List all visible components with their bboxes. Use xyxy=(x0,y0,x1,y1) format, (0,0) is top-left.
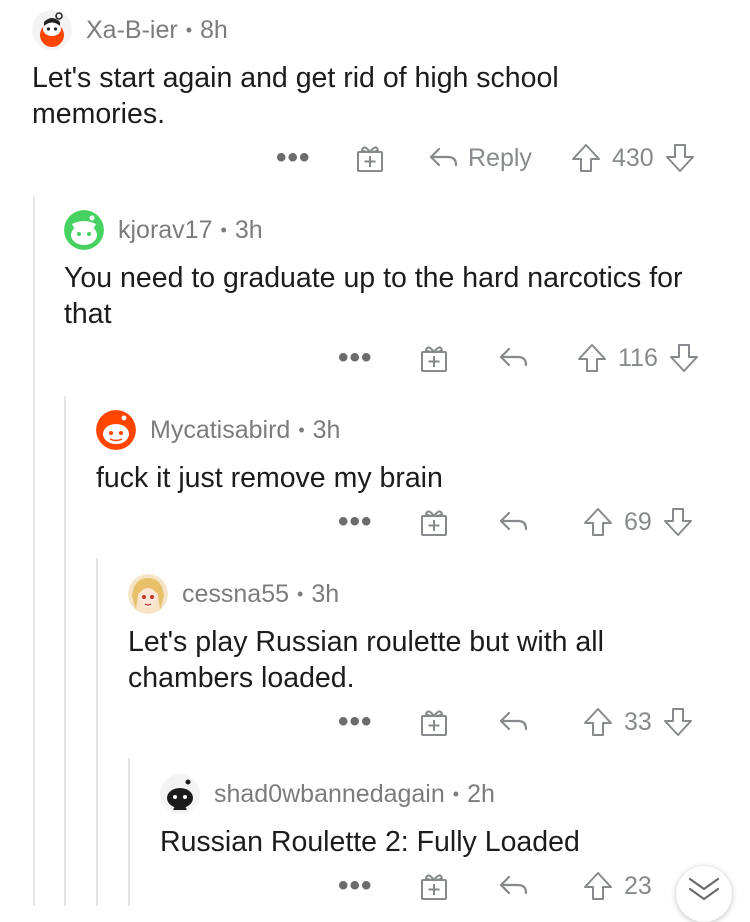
gift-icon xyxy=(421,510,447,536)
comment-actions: ••• 69 xyxy=(0,502,750,542)
award-button[interactable] xyxy=(418,866,450,906)
downvote-icon[interactable] xyxy=(662,706,694,738)
comment-body: fuck it just remove my brain xyxy=(96,462,443,494)
more-options-button[interactable]: ••• xyxy=(276,138,311,178)
comment-age: 2h xyxy=(467,779,495,808)
comment-actions: ••• Reply 430 xyxy=(0,138,750,178)
avatar[interactable] xyxy=(32,10,72,50)
comment-body: Let's play Russian roulette but with all… xyxy=(128,626,604,694)
author-name[interactable]: cessna55 xyxy=(182,580,289,609)
vote-count: 69 xyxy=(624,507,652,536)
thread-line-level-1[interactable] xyxy=(33,196,35,906)
gift-icon xyxy=(421,874,447,900)
downvote-icon[interactable] xyxy=(664,142,696,174)
collapse-thread-button[interactable] xyxy=(676,866,732,922)
comment-age: 3h xyxy=(311,579,340,608)
avatar[interactable] xyxy=(64,210,104,250)
vote-controls: 430 xyxy=(570,138,696,178)
upvote-icon[interactable] xyxy=(570,142,602,174)
reply-arrow-icon xyxy=(429,147,458,167)
author-name[interactable]: shad0wbannedagain xyxy=(214,780,445,809)
comment-age: 3h xyxy=(234,215,263,244)
downvote-icon[interactable] xyxy=(668,342,700,374)
avatar[interactable] xyxy=(96,410,136,450)
vote-controls: 23 xyxy=(582,866,662,906)
more-options-button[interactable]: ••• xyxy=(338,702,373,742)
award-button[interactable] xyxy=(418,702,450,742)
author-name[interactable]: Xa-B-ier xyxy=(86,16,178,45)
comment-actions: ••• 23 xyxy=(0,866,750,906)
comment-actions: ••• 116 xyxy=(0,338,750,378)
comment-age: 3h xyxy=(312,415,341,444)
upvote-icon[interactable] xyxy=(582,870,614,902)
comment-body: You need to graduate up to the hard narc… xyxy=(64,262,683,330)
upvote-icon[interactable] xyxy=(582,706,614,738)
vote-count: 430 xyxy=(612,143,654,172)
award-button[interactable] xyxy=(418,502,450,542)
meta-separator: • xyxy=(297,583,304,604)
upvote-icon[interactable] xyxy=(582,506,614,538)
reply-arrow-icon xyxy=(499,347,528,367)
avatar[interactable] xyxy=(128,574,168,614)
more-options-button[interactable]: ••• xyxy=(338,502,373,542)
comment-actions: ••• 33 xyxy=(0,702,750,742)
gift-icon xyxy=(421,346,447,372)
reply-button[interactable] xyxy=(498,866,530,906)
meta-separator: • xyxy=(185,19,192,40)
meta-separator: • xyxy=(298,419,305,440)
author-name[interactable]: Mycatisabird xyxy=(150,416,290,445)
reply-arrow-icon xyxy=(499,875,528,895)
award-button[interactable] xyxy=(418,338,450,378)
comment-body: Let's start again and get rid of high sc… xyxy=(32,62,559,130)
meta-separator: • xyxy=(452,783,460,804)
reply-button[interactable] xyxy=(498,502,530,542)
downvote-icon[interactable] xyxy=(662,506,694,538)
vote-controls: 69 xyxy=(582,502,694,542)
comment-age: 8h xyxy=(200,15,228,44)
reply-arrow-icon xyxy=(499,711,528,731)
vote-controls: 116 xyxy=(576,338,700,378)
comment-body: Russian Roulette 2: Fully Loaded xyxy=(160,826,580,858)
more-options-button[interactable]: ••• xyxy=(338,338,373,378)
award-button[interactable] xyxy=(354,138,386,178)
chevron-down-icon xyxy=(688,877,720,901)
thread-line-level-2[interactable] xyxy=(64,396,66,906)
vote-count: 23 xyxy=(624,871,652,900)
upvote-icon[interactable] xyxy=(576,342,608,374)
meta-separator: • xyxy=(220,219,227,240)
reply-button[interactable] xyxy=(498,338,530,378)
author-name[interactable]: kjorav17 xyxy=(118,216,213,245)
reply-arrow-icon xyxy=(499,511,528,531)
gift-icon xyxy=(421,710,447,736)
reply-button[interactable]: Reply xyxy=(428,138,532,178)
vote-controls: 33 xyxy=(582,702,694,742)
reply-button[interactable] xyxy=(498,702,530,742)
reply-label: Reply xyxy=(468,143,532,172)
gift-icon xyxy=(357,146,383,172)
more-options-button[interactable]: ••• xyxy=(338,866,373,906)
avatar[interactable] xyxy=(160,774,200,814)
vote-count: 116 xyxy=(618,343,658,372)
vote-count: 33 xyxy=(624,707,652,736)
